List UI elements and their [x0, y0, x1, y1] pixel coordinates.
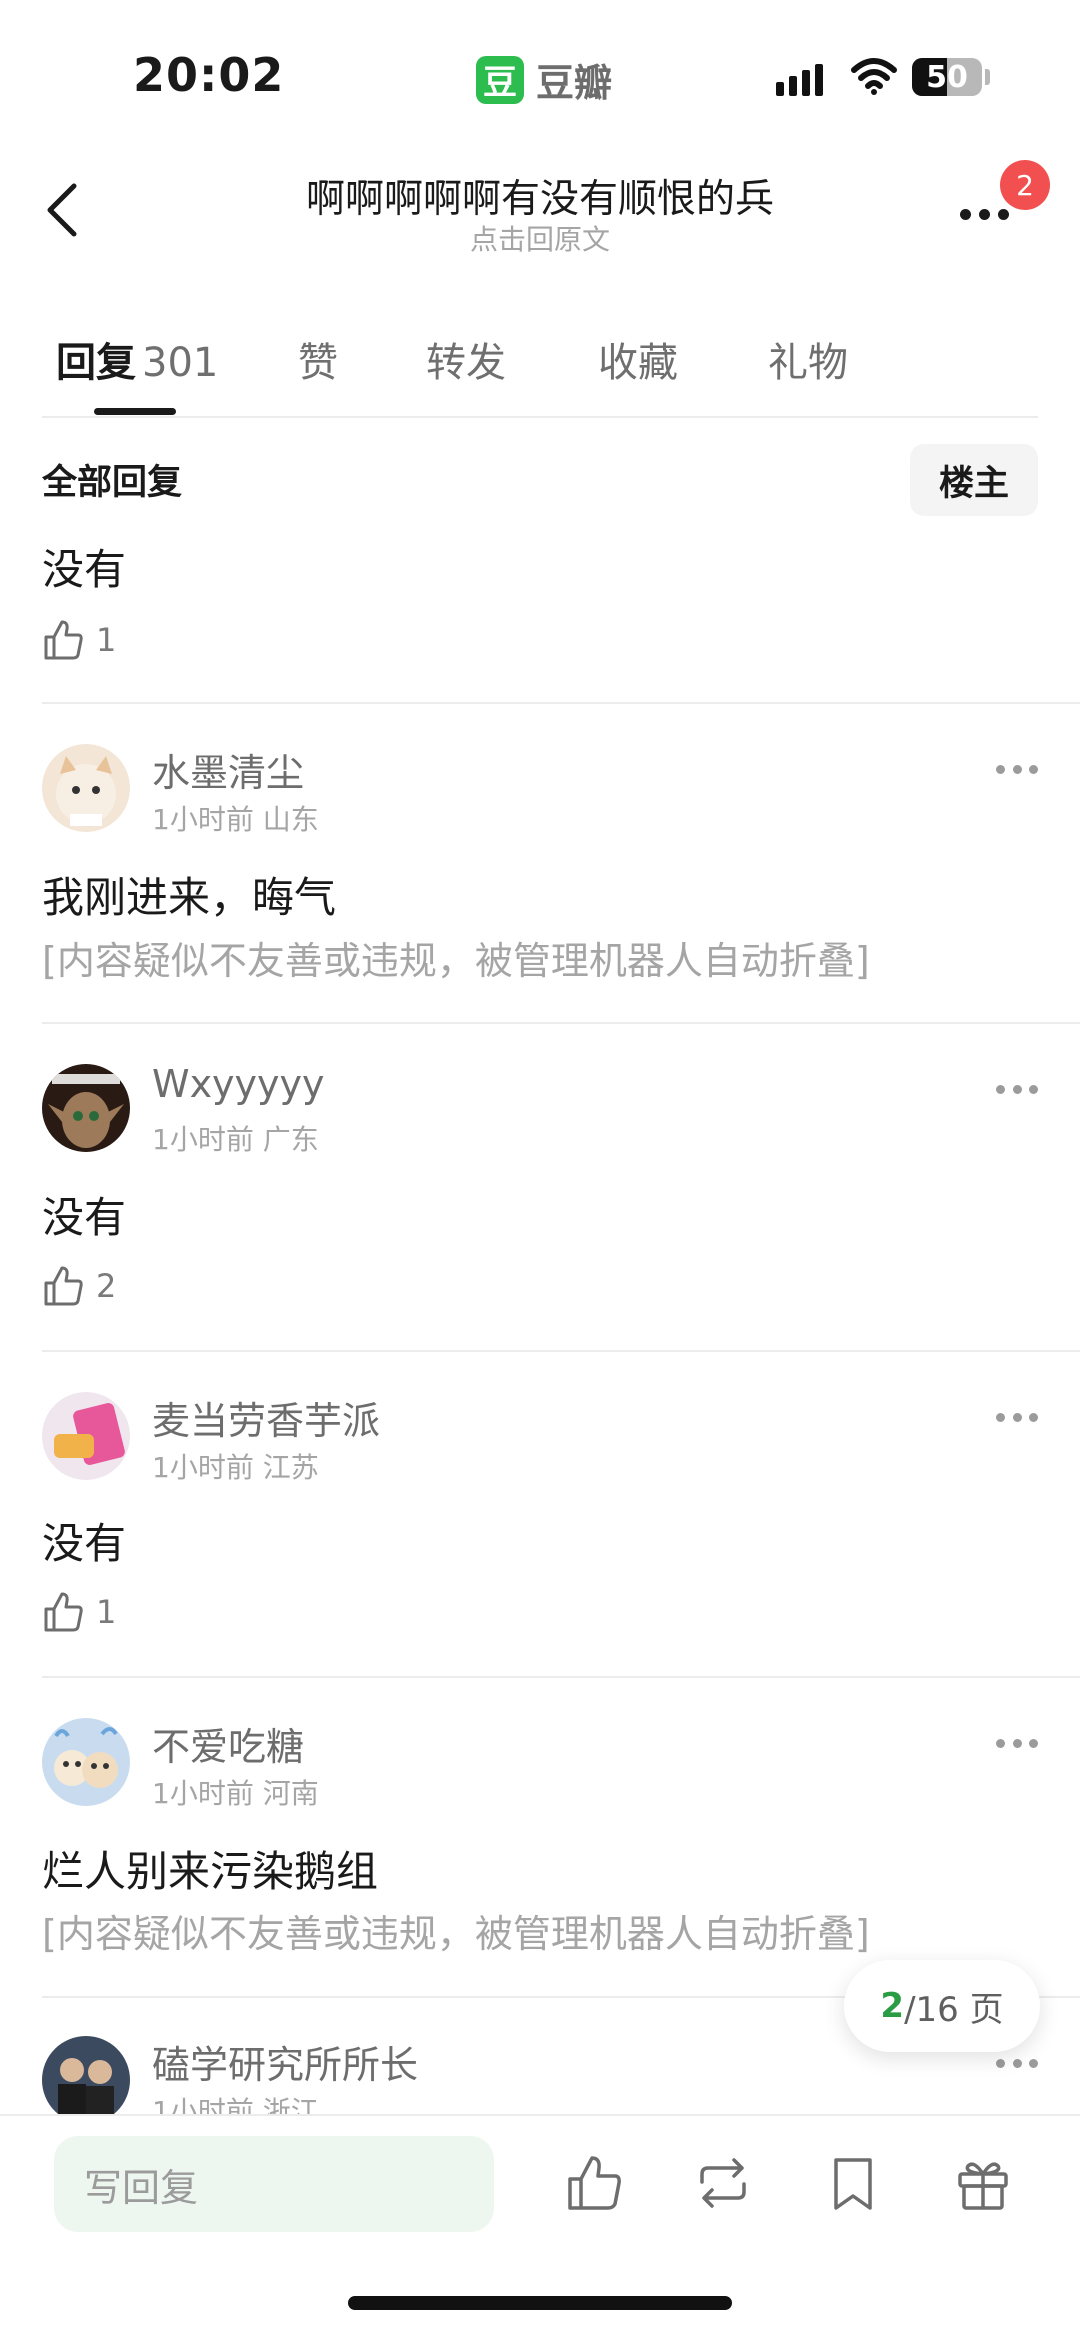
- battery-percent: 50: [926, 59, 968, 95]
- reply-text: 没有: [42, 1193, 127, 1242]
- tab-replies[interactable]: 回复 301: [56, 330, 218, 388]
- thumbs-up-icon: [44, 620, 83, 660]
- avatar-puppies-image: [42, 1718, 130, 1806]
- battery-cap: [985, 69, 990, 85]
- reply-divider: [42, 1350, 1080, 1352]
- reply-text: 我刚进来，晦气: [42, 873, 337, 922]
- thumbs-up-icon[interactable]: [564, 2152, 626, 2214]
- reply-text: 没有: [42, 545, 127, 594]
- tab-replies-label: 回复: [56, 340, 136, 386]
- reply-more-icon[interactable]: [996, 1736, 1038, 1750]
- home-indicator[interactable]: [348, 2296, 732, 2310]
- reply-meta: 1小时前 山东: [152, 798, 319, 838]
- avatar-character-image: [42, 1064, 130, 1152]
- reply-text: 烂人别来污染鹅组: [42, 1847, 379, 1896]
- reply-text: 没有: [42, 1519, 127, 1568]
- username[interactable]: Wxyyyyy: [152, 1062, 325, 1106]
- douban-logo-icon: 豆: [476, 55, 524, 104]
- username[interactable]: 水墨清尘: [152, 742, 304, 797]
- tab-replies-count: 301: [142, 340, 219, 386]
- reply-location: 山东: [262, 803, 319, 836]
- total-pages: /16 页: [904, 1989, 1004, 2030]
- reply-meta: 1小时前 河南: [152, 1772, 319, 1812]
- avatar[interactable]: [42, 1064, 130, 1152]
- thumbs-up-icon: [44, 1266, 83, 1306]
- reply-location: 江苏: [262, 1451, 319, 1484]
- like-button[interactable]: 1: [42, 618, 116, 662]
- like-count: 1: [96, 621, 117, 659]
- username[interactable]: 不爱吃糖: [152, 1716, 304, 1771]
- cellular-signal-icon: [776, 60, 823, 96]
- reply-time: 1小时前: [152, 803, 254, 836]
- avatar-cat-image: [42, 744, 130, 832]
- folded-notice[interactable]: [内容疑似不友善或违规，被管理机器人自动折叠]: [42, 930, 870, 985]
- reply-time: 1小时前: [152, 1451, 254, 1484]
- thumbs-up-icon: [44, 1592, 83, 1632]
- like-button[interactable]: 1: [42, 1590, 116, 1634]
- tab-bar: 回复 301 赞 转发 收藏 礼物: [0, 300, 1080, 418]
- reply-divider: [42, 702, 1080, 704]
- notification-badge: 2: [1000, 160, 1050, 210]
- username[interactable]: 麦当劳香芋派: [152, 1390, 380, 1445]
- like-button[interactable]: 2: [42, 1264, 116, 1308]
- current-page: 2: [880, 1986, 905, 2026]
- tab-reshares[interactable]: 转发: [426, 330, 506, 388]
- bookmark-icon[interactable]: [822, 2152, 884, 2214]
- status-app-name: 豆瓣: [536, 61, 613, 105]
- back-arrow-icon[interactable]: [36, 180, 96, 240]
- reply-location: 广东: [262, 1123, 319, 1156]
- folded-notice[interactable]: [内容疑似不友善或违规，被管理机器人自动折叠]: [42, 1903, 870, 1958]
- tab-active-indicator: [94, 408, 176, 415]
- wifi-icon: [851, 58, 897, 95]
- avatar[interactable]: [42, 2036, 130, 2124]
- status-bar: 20:02 豆 豆瓣 50: [0, 0, 1080, 150]
- avatar[interactable]: [42, 1392, 130, 1480]
- tabs-divider: [42, 416, 1038, 418]
- reply-input[interactable]: 写回复: [54, 2136, 494, 2232]
- reply-meta: 1小时前 广东: [152, 1118, 319, 1158]
- like-count: 2: [96, 1267, 117, 1305]
- reply-divider: [42, 1676, 1080, 1678]
- reply-divider: [42, 1022, 1080, 1024]
- gift-icon[interactable]: [952, 2152, 1014, 2214]
- reply-time: 1小时前: [152, 1777, 254, 1810]
- battery-icon: 50: [912, 58, 982, 96]
- reply-meta: 1小时前 江苏: [152, 1446, 319, 1486]
- reply-location: 河南: [262, 1777, 319, 1810]
- username[interactable]: 磕学研究所所长: [152, 2034, 418, 2089]
- post-title[interactable]: 啊啊啊啊啊有没有顺恨的兵: [200, 168, 880, 224]
- reply-more-icon[interactable]: [996, 1410, 1038, 1424]
- page-indicator[interactable]: 2/16 页: [844, 1960, 1040, 2052]
- tab-likes[interactable]: 赞: [298, 330, 338, 388]
- reply-more-icon[interactable]: [996, 762, 1038, 776]
- like-count: 1: [96, 1593, 117, 1631]
- nav-bar: 啊啊啊啊啊有没有顺恨的兵 点击回原文: [0, 150, 1080, 270]
- reply-more-icon[interactable]: [996, 2056, 1038, 2070]
- all-replies-label: 全部回复: [42, 463, 183, 503]
- reshare-icon[interactable]: [692, 2152, 754, 2214]
- status-app-indicator[interactable]: 豆 豆瓣: [476, 52, 612, 107]
- tab-collections[interactable]: 收藏: [598, 330, 678, 388]
- tab-gifts[interactable]: 礼物: [768, 330, 848, 388]
- back-to-post-link[interactable]: 点击回原文: [200, 218, 880, 258]
- op-only-button[interactable]: 楼主: [910, 444, 1038, 516]
- avatar-pie-image: [42, 1392, 130, 1480]
- status-time: 20:02: [133, 48, 285, 102]
- avatar[interactable]: [42, 1718, 130, 1806]
- reply-time: 1小时前: [152, 1123, 254, 1156]
- avatar[interactable]: [42, 744, 130, 832]
- reply-more-icon[interactable]: [996, 1082, 1038, 1096]
- avatar-couple-image: [42, 2036, 130, 2124]
